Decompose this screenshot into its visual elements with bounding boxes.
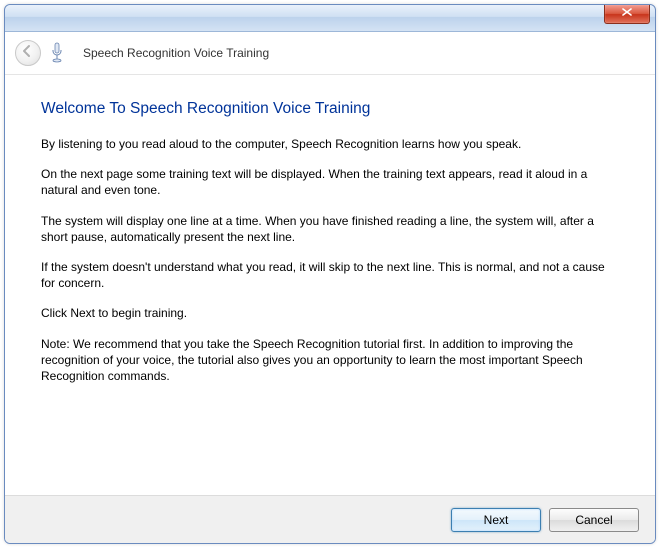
footer-bar: Next Cancel <box>5 495 655 543</box>
paragraph: Click Next to begin training. <box>41 305 619 321</box>
paragraph: The system will display one line at a ti… <box>41 213 619 245</box>
back-arrow-icon <box>20 44 34 61</box>
microphone-icon <box>49 41 65 65</box>
next-button[interactable]: Next <box>451 508 541 532</box>
close-button[interactable] <box>604 5 650 24</box>
header-title: Speech Recognition Voice Training <box>83 46 269 60</box>
close-icon <box>622 8 632 19</box>
back-button[interactable] <box>15 40 41 66</box>
paragraph: On the next page some training text will… <box>41 166 619 198</box>
cancel-button[interactable]: Cancel <box>549 508 639 532</box>
content-area: Welcome To Speech Recognition Voice Trai… <box>5 74 655 490</box>
titlebar <box>5 5 655 32</box>
page-title: Welcome To Speech Recognition Voice Trai… <box>41 100 619 118</box>
paragraph: Note: We recommend that you take the Spe… <box>41 336 619 385</box>
wizard-window: Speech Recognition Voice Training Welcom… <box>4 4 656 544</box>
paragraph: If the system doesn't understand what yo… <box>41 259 619 291</box>
paragraph: By listening to you read aloud to the co… <box>41 136 619 152</box>
header-bar: Speech Recognition Voice Training <box>5 32 655 74</box>
